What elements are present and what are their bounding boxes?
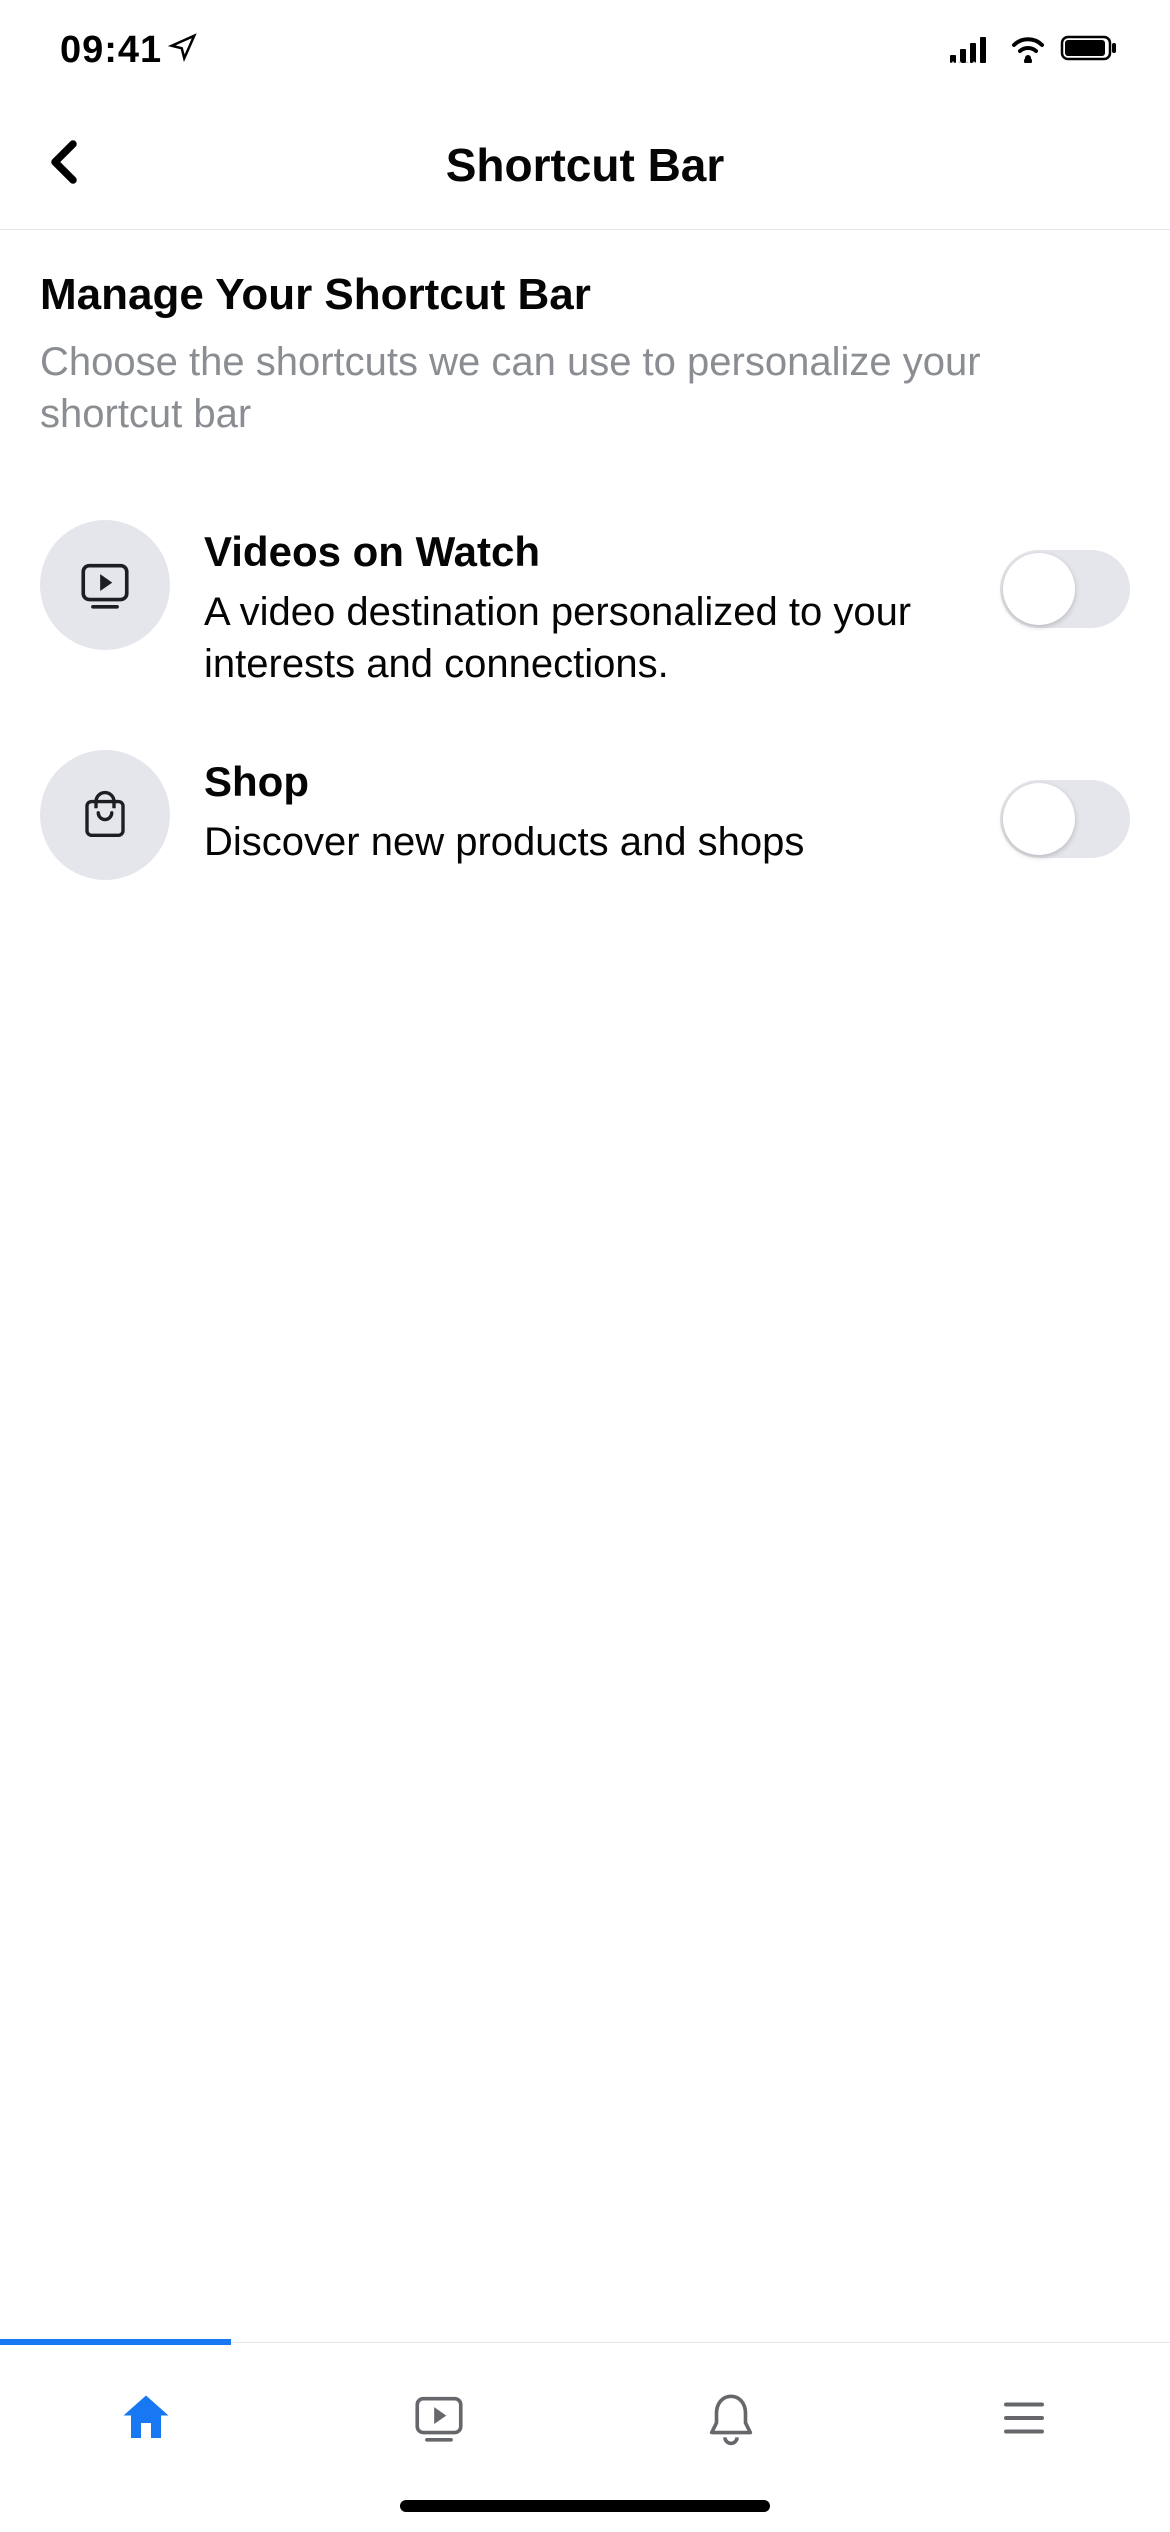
tab-menu[interactable] bbox=[878, 2343, 1170, 2493]
status-icons bbox=[950, 33, 1120, 68]
shop-icon bbox=[40, 750, 170, 880]
tab-indicator bbox=[0, 2339, 231, 2345]
status-bar: 09:41 bbox=[0, 0, 1170, 100]
tab-bar bbox=[0, 2342, 1170, 2532]
option-row-videos: Videos on Watch A video destination pers… bbox=[40, 490, 1130, 720]
section-subtitle: Choose the shortcuts we can use to perso… bbox=[40, 336, 1130, 440]
watch-icon bbox=[40, 520, 170, 650]
toggle-knob bbox=[1003, 783, 1075, 855]
wifi-icon bbox=[1008, 33, 1048, 68]
home-indicator[interactable] bbox=[400, 2500, 770, 2512]
status-time-value: 09:41 bbox=[60, 29, 162, 72]
toggle-videos[interactable] bbox=[1000, 550, 1130, 628]
toggle-shop[interactable] bbox=[1000, 780, 1130, 858]
option-desc-shop: Discover new products and shops bbox=[204, 816, 966, 868]
status-time: 09:41 bbox=[60, 29, 198, 72]
option-text: Videos on Watch A video destination pers… bbox=[204, 520, 966, 690]
toggle-knob bbox=[1003, 553, 1075, 625]
tab-notifications[interactable] bbox=[585, 2343, 878, 2493]
option-title-videos: Videos on Watch bbox=[204, 528, 966, 576]
option-desc-videos: A video destination personalized to your… bbox=[204, 586, 966, 690]
option-title-shop: Shop bbox=[204, 758, 966, 806]
nav-header: Shortcut Bar bbox=[0, 100, 1170, 230]
cellular-icon bbox=[950, 33, 996, 68]
page-title: Shortcut Bar bbox=[0, 138, 1170, 192]
battery-icon bbox=[1060, 33, 1120, 68]
tabs bbox=[0, 2343, 1170, 2493]
option-text: Shop Discover new products and shops bbox=[204, 750, 966, 868]
tab-home[interactable] bbox=[0, 2343, 293, 2493]
location-arrow-icon bbox=[168, 29, 198, 72]
content-area: Manage Your Shortcut Bar Choose the shor… bbox=[0, 230, 1170, 910]
option-row-shop: Shop Discover new products and shops bbox=[40, 720, 1130, 910]
section-title: Manage Your Shortcut Bar bbox=[40, 270, 1130, 320]
tab-watch[interactable] bbox=[293, 2343, 586, 2493]
back-button[interactable] bbox=[36, 128, 92, 201]
